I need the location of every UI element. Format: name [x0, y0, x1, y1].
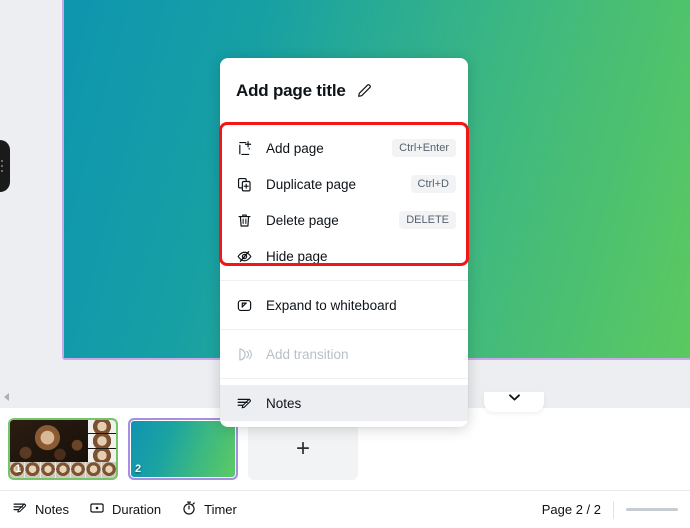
menu-item-notes[interactable]: Notes [220, 385, 468, 421]
chevron-down-icon [508, 394, 520, 401]
menu-item-delete-page[interactable]: Delete page DELETE [220, 202, 468, 238]
menu-item-label: Expand to whiteboard [266, 297, 397, 313]
menu-item-add-transition: Add transition [220, 336, 468, 372]
duration-icon [89, 500, 105, 519]
bottom-button-label: Timer [204, 502, 237, 517]
menu-item-hide-page[interactable]: Hide page [220, 238, 468, 274]
thumb-coffee-photo [10, 420, 89, 462]
trash-icon [234, 210, 254, 230]
bottom-toolbar-left: Notes Duration Timer [12, 500, 237, 519]
expand-whiteboard-icon [234, 295, 254, 315]
notes-icon [12, 500, 28, 519]
menu-item-label: Add page [266, 140, 324, 156]
transition-icon [234, 344, 254, 364]
bottom-notes-button[interactable]: Notes [12, 500, 69, 519]
thumbnail-number: 2 [135, 463, 142, 475]
side-panel-handle[interactable] [0, 140, 10, 192]
canva-editor-window: Add page title Add page Ctrl+Enter Dupli… [0, 0, 690, 528]
page-indicator: Page 2 / 2 [541, 502, 601, 517]
collapse-panel-tab[interactable] [484, 392, 544, 412]
duplicate-page-icon [234, 174, 254, 194]
page-context-menu[interactable]: Add page title Add page Ctrl+Enter Dupli… [220, 58, 468, 427]
menu-item-label: Duplicate page [266, 176, 357, 192]
menu-item-shortcut: DELETE [399, 211, 456, 229]
menu-group-page-actions: Add page Ctrl+Enter Duplicate page Ctrl+… [220, 124, 468, 280]
menu-item-label: Delete page [266, 212, 339, 228]
thumbnail-page-1[interactable]: 1 [8, 418, 118, 480]
bottom-toolbar-right: Page 2 / 2 [541, 500, 678, 519]
menu-item-shortcut: Ctrl+Enter [392, 139, 456, 157]
notes-icon [234, 393, 254, 413]
toolbar-divider [613, 500, 614, 519]
thumb-bottom-images [10, 461, 116, 478]
grip-dots-icon [1, 160, 3, 172]
menu-item-label: Notes [266, 395, 302, 411]
page-title-text: Add page title [236, 80, 346, 100]
zoom-slider[interactable] [626, 508, 678, 511]
thumbnail-page-2[interactable]: 2 [128, 418, 238, 480]
bottom-button-label: Duration [111, 502, 162, 517]
menu-item-shortcut: Ctrl+D [410, 175, 456, 193]
thumb-side-images [88, 420, 116, 462]
bottom-duration-button[interactable]: Duration [89, 500, 161, 519]
timer-icon [181, 500, 197, 519]
menu-item-add-page[interactable]: Add page Ctrl+Enter [220, 130, 468, 166]
eye-off-icon [234, 246, 254, 266]
menu-item-label: Add transition [266, 346, 349, 362]
menu-group-notes: Notes [220, 378, 468, 427]
menu-item-label: Hide page [266, 248, 328, 264]
menu-item-duplicate-page[interactable]: Duplicate page Ctrl+D [220, 166, 468, 202]
bottom-toolbar: Notes Duration Timer Page 2 / 2 [0, 490, 690, 528]
page-title-row[interactable]: Add page title [220, 58, 468, 124]
bottom-button-label: Notes [35, 502, 69, 517]
pencil-icon[interactable] [356, 82, 373, 99]
add-page-icon [234, 138, 254, 158]
menu-group-whiteboard: Expand to whiteboard [220, 280, 468, 329]
menu-item-expand-to-whiteboard[interactable]: Expand to whiteboard [220, 287, 468, 323]
scroll-left-arrow-icon[interactable] [4, 393, 9, 401]
bottom-timer-button[interactable]: Timer [181, 500, 237, 519]
menu-group-transition: Add transition [220, 329, 468, 378]
thumbnail-number: 1 [15, 463, 22, 475]
add-page-thumbnail-button[interactable]: + [248, 418, 358, 480]
